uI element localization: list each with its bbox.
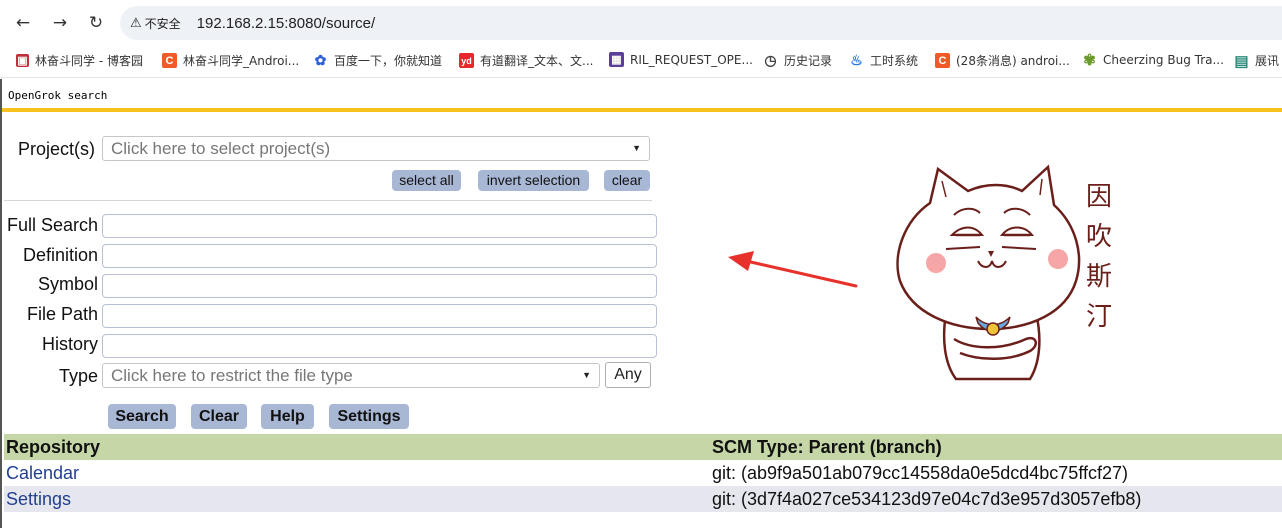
bookmark-item[interactable]: ✿ 百度一下，你就知道 — [313, 52, 442, 69]
definition-label: Definition — [22, 245, 98, 265]
opengrok-page: OpenGrok search Project(s) Click here to… — [0, 79, 1282, 528]
bookmark-label: 历史记录 — [784, 54, 833, 68]
file-path-input[interactable] — [102, 304, 657, 328]
bookmarks-bar: ▣ 林奋斗同学 - 博客园 C 林奋斗同学_Androi... ✿ 百度一下，你… — [0, 46, 1282, 78]
scm-info: git: (3d7f4a027ce534123d97e04c7d3e957d30… — [712, 489, 1142, 509]
clear-button[interactable]: Clear — [191, 404, 247, 429]
help-button[interactable]: Help — [261, 404, 314, 429]
cnblogs-icon: ▣ — [16, 54, 29, 67]
scm-type-column-header: SCM Type: Parent (branch) — [712, 437, 942, 457]
security-indicator[interactable]: ⚠ 不安全 — [130, 15, 181, 32]
divider — [4, 200, 652, 201]
repository-column-header: Repository — [6, 437, 101, 457]
address-bar[interactable]: ⚠ 不安全 192.168.2.15:8080/source/ — [120, 6, 1282, 40]
file-type-any-option[interactable]: Any — [605, 362, 651, 388]
security-label: 不安全 — [144, 16, 181, 31]
sticker-char-4: 汀 — [1086, 302, 1112, 332]
bug-tracker-icon: ✾ — [1083, 51, 1096, 69]
chevron-down-icon: ▼ — [632, 143, 641, 153]
type-label: Type — [58, 366, 98, 386]
invert-selection-button[interactable]: invert selection — [478, 170, 589, 191]
table-header-row: Repository SCM Type: Parent (branch) — [4, 434, 1282, 460]
clear-projects-button[interactable]: clear — [604, 170, 650, 191]
project-select[interactable]: Click here to select project(s) ▼ — [102, 136, 650, 161]
bookmark-label: (28条消息) androi... — [956, 54, 1070, 68]
symbol-input[interactable] — [102, 274, 657, 298]
sticker-char-2: 吹 — [1086, 222, 1112, 252]
bookmark-label: 展讯 — [1255, 54, 1280, 68]
page-icon: ▤ — [1234, 52, 1249, 70]
scm-info: git: (ab9f9a501ab079cc14558da0e5dcd4bc75… — [712, 463, 1129, 483]
header-accent-bar — [2, 108, 1282, 112]
back-icon[interactable]: ← — [12, 12, 34, 34]
history-input[interactable] — [102, 334, 657, 358]
forward-icon[interactable]: → — [49, 12, 71, 34]
bookmark-item[interactable]: ✾ Cheerzing Bug Tra... — [1082, 51, 1224, 69]
project-label: Project(s) — [18, 139, 96, 159]
warning-icon: ⚠ — [130, 15, 142, 31]
definition-input[interactable] — [102, 244, 657, 268]
project-select-placeholder: Click here to select project(s) — [111, 139, 331, 158]
bookmark-item[interactable]: ▤ 展讯 — [1234, 52, 1280, 70]
annotation-arrow — [728, 251, 858, 288]
bookmark-item[interactable]: C 林奋斗同学_Androi... — [162, 52, 299, 69]
bookmark-item[interactable]: ♨ 工时系统 — [849, 52, 918, 69]
bookmark-item[interactable]: ▦ RIL_REQUEST_OPE... — [609, 52, 753, 67]
bookmark-label: 工时系统 — [870, 54, 919, 68]
bookmark-item[interactable]: yd 有道翻译_文本、文... — [459, 52, 593, 69]
bookmark-label: 林奋斗同学_Androi... — [183, 54, 300, 68]
bookmark-label: 有道翻译_文本、文... — [480, 54, 594, 68]
select-all-button[interactable]: select all — [392, 170, 461, 191]
csdn-icon: C — [162, 53, 177, 68]
file-type-select[interactable]: Click here to restrict the file type ▼ — [102, 363, 600, 388]
file-type-placeholder: Click here to restrict the file type — [111, 366, 353, 385]
sticker-char-1: 因 — [1086, 182, 1112, 212]
search-button[interactable]: Search — [108, 404, 176, 429]
history-icon: ◷ — [764, 52, 777, 68]
repository-link-calendar[interactable]: Calendar — [6, 463, 79, 484]
bookmark-label: 百度一下，你就知道 — [334, 54, 443, 68]
browser-toolbar: ← → ↻ ⚠ 不安全 192.168.2.15:8080/source/ — [0, 0, 1282, 46]
youdao-icon: yd — [459, 53, 474, 68]
settings-button[interactable]: Settings — [329, 404, 409, 429]
repository-link-settings[interactable]: Settings — [6, 489, 71, 510]
bookmark-item[interactable]: ▣ 林奋斗同学 - 博客园 — [16, 52, 143, 69]
baidu-icon: ✿ — [314, 52, 327, 68]
table-row: Calendar git: (ab9f9a501ab079cc14558da0e… — [4, 460, 1282, 486]
bookmark-item[interactable]: ◷ 历史记录 — [763, 52, 832, 69]
cat-sticker-image: 因 吹 斯 汀 — [896, 164, 1112, 381]
history-label: History — [41, 334, 98, 354]
bookmark-item[interactable]: C (28条消息) androi... — [935, 52, 1070, 69]
bookmark-page-icon: ▦ — [609, 52, 624, 67]
bookmark-label: 林奋斗同学 - 博客园 — [35, 54, 143, 68]
bookmark-label: RIL_REQUEST_OPE... — [630, 52, 753, 67]
bookmark-label: Cheerzing Bug Tra... — [1103, 52, 1224, 67]
chevron-down-icon: ▼ — [582, 370, 591, 380]
page-title: OpenGrok search — [8, 89, 108, 102]
sticker-char-3: 斯 — [1086, 262, 1112, 292]
csdn-icon: C — [935, 53, 950, 68]
table-row: Settings git: (3d7f4a027ce534123d97e04c7… — [4, 486, 1282, 512]
full-search-label: Full Search — [6, 215, 98, 235]
full-search-input[interactable] — [102, 214, 657, 238]
repository-table: Repository SCM Type: Parent (branch) Cal… — [4, 434, 1282, 512]
flame-icon: ♨ — [850, 52, 863, 68]
url-text[interactable]: 192.168.2.15:8080/source/ — [197, 15, 375, 32]
reload-icon[interactable]: ↻ — [85, 12, 107, 34]
symbol-label: Symbol — [37, 274, 98, 294]
file-path-label: File Path — [26, 304, 98, 324]
